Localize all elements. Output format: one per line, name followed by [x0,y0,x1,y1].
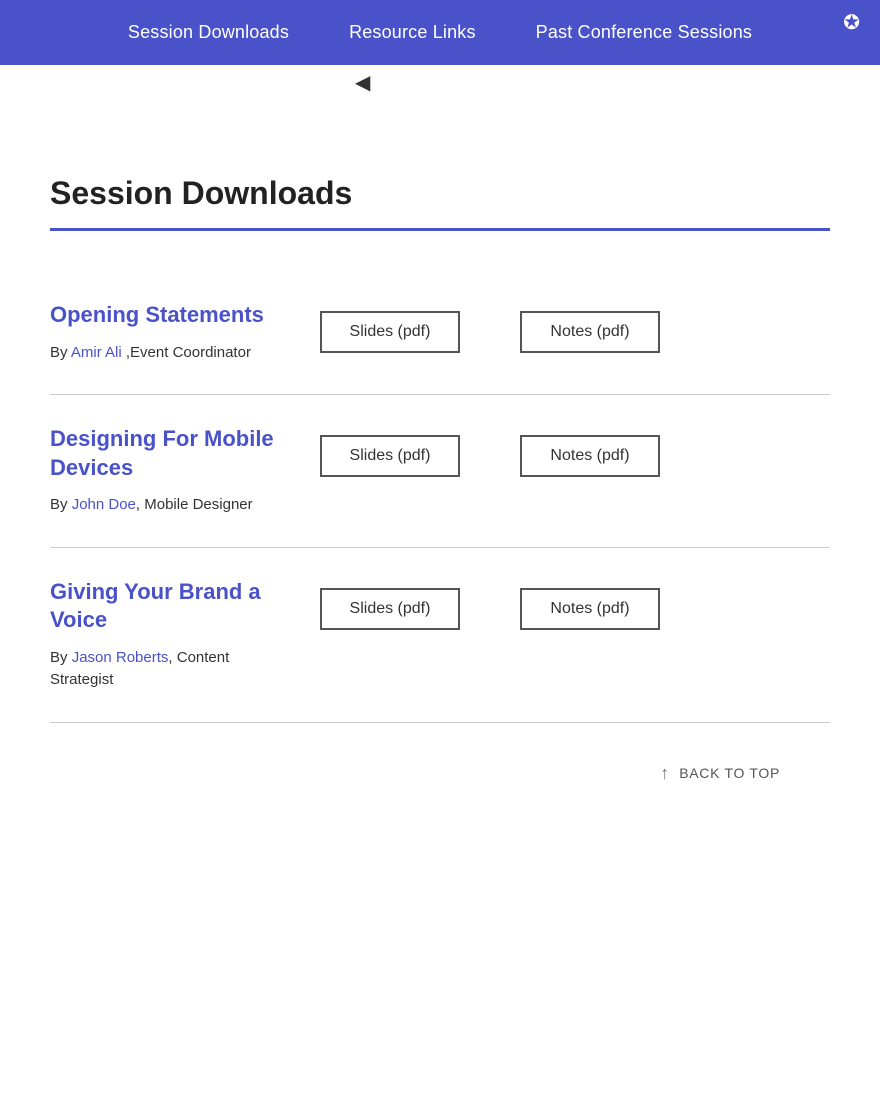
session-author: By John Doe, Mobile Designer [50,494,280,517]
slides-pdf-button[interactable]: Slides (pdf) [320,588,460,630]
slides-pdf-button[interactable]: Slides (pdf) [320,311,460,353]
back-to-top: ↑ BACK TO TOP [50,723,830,804]
session-title: Designing For Mobile Devices [50,425,280,482]
session-buttons: Slides (pdf) Notes (pdf) [320,578,660,630]
session-info: Designing For Mobile Devices By John Doe… [50,425,280,517]
notes-pdf-button[interactable]: Notes (pdf) [520,311,660,353]
nav-resource-links[interactable]: Resource Links [349,22,476,43]
slides-pdf-button[interactable]: Slides (pdf) [320,435,460,477]
session-item: Opening Statements By Amir Ali ,Event Co… [50,271,830,395]
session-buttons: Slides (pdf) Notes (pdf) [320,425,660,477]
session-author: By Jason Roberts, Content Strategist [50,647,280,692]
header-icon: ✪ [843,10,860,35]
author-link[interactable]: Amir Ali [71,344,122,361]
site-header: Session Downloads Resource Links Past Co… [0,0,880,65]
title-divider [50,228,830,231]
back-to-top-arrow-icon: ↑ [660,763,669,784]
session-buttons: Slides (pdf) Notes (pdf) [320,301,660,353]
author-link[interactable]: John Doe [72,496,136,513]
notes-pdf-button[interactable]: Notes (pdf) [520,588,660,630]
session-info: Giving Your Brand a Voice By Jason Rober… [50,578,280,692]
session-info: Opening Statements By Amir Ali ,Event Co… [50,301,280,364]
author-link[interactable]: Jason Roberts [72,649,169,666]
notes-pdf-button[interactable]: Notes (pdf) [520,435,660,477]
session-title: Opening Statements [50,301,280,330]
session-item: Giving Your Brand a Voice By Jason Rober… [50,548,830,723]
session-author: By Amir Ali ,Event Coordinator [50,342,280,365]
page-title: Session Downloads [50,175,830,212]
cursor-area: ◀ [0,65,880,115]
back-to-top-link[interactable]: BACK TO TOP [679,765,780,781]
cursor-pointer: ◀ [355,70,370,95]
session-title: Giving Your Brand a Voice [50,578,280,635]
main-content: Session Downloads Opening Statements By … [0,115,880,864]
nav-past-conference[interactable]: Past Conference Sessions [536,22,752,43]
main-nav: Session Downloads Resource Links Past Co… [128,22,752,43]
session-item: Designing For Mobile Devices By John Doe… [50,395,830,548]
nav-session-downloads[interactable]: Session Downloads [128,22,289,43]
